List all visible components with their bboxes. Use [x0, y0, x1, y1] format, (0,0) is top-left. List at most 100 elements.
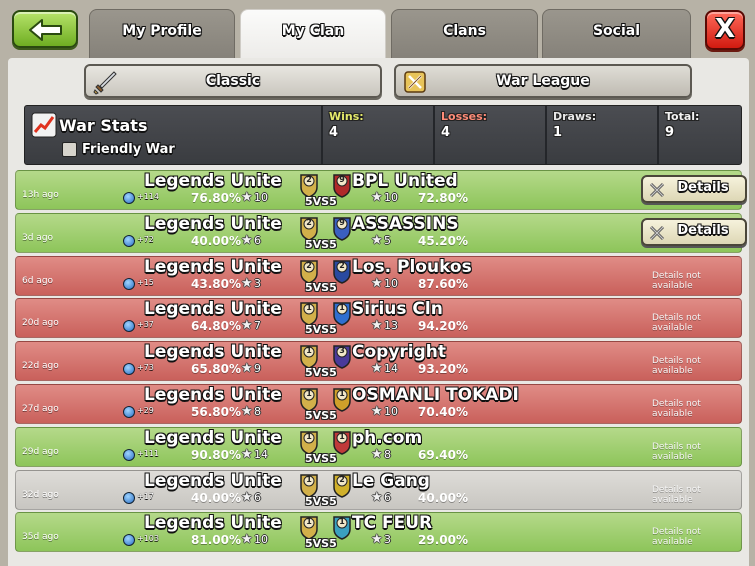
- details-not-available: Details not available: [652, 399, 701, 419]
- tab-label: Social: [592, 23, 641, 39]
- details-not-available: Details not available: [652, 313, 701, 333]
- war-size: 5VS5: [305, 495, 337, 508]
- details-label: Details: [677, 223, 729, 238]
- trophy-icon: [123, 363, 135, 375]
- trophy-gain: +114: [137, 192, 159, 201]
- own-destruction-pct: 76.80%: [191, 191, 241, 205]
- opponent-destruction-pct: 94.20%: [418, 319, 468, 333]
- opponent-clan-name: OSMANLI TOKADI: [352, 385, 519, 405]
- war-details-button[interactable]: Details: [641, 175, 747, 203]
- war-details-icon: [649, 182, 665, 198]
- own-clan-name: Legends Unite: [144, 257, 282, 277]
- own-clan-name: Legends Unite: [144, 428, 282, 448]
- war-log-row: 35d ago Legends Unite +103 81.00% ★ 10 1 1 5VS5 T…: [15, 512, 742, 552]
- star-icon: ★: [241, 532, 253, 547]
- war-stats-header: War Stats Friendly War Wins: 4 Losses: 4…: [24, 105, 742, 165]
- wins-label: Wins:: [329, 110, 364, 123]
- opponent-clan-name: ASSASSINS: [352, 214, 459, 234]
- war-details-button[interactable]: Details: [641, 218, 747, 246]
- star-icon: ★: [371, 532, 383, 547]
- war-league-label: War League: [496, 73, 590, 89]
- tab-my-profile[interactable]: My Profile: [89, 9, 235, 59]
- war-size: 5VS5: [305, 537, 337, 550]
- star-icon: ★: [371, 233, 383, 248]
- badge-level: 2: [306, 175, 312, 184]
- own-stars: 3: [254, 277, 261, 290]
- war-log-row: 20d ago Legends Unite +37 64.80% ★ 7 1 1 5VS5 Sir…: [15, 298, 742, 338]
- own-stars: 14: [254, 448, 268, 461]
- badge-level: 1: [339, 517, 345, 526]
- war-time-ago: 6d ago: [22, 276, 54, 286]
- own-destruction-pct: 90.80%: [191, 448, 241, 462]
- opponent-clan-name: Le Gang: [352, 471, 430, 491]
- opponent-clan-name: TC FEUR: [352, 513, 433, 533]
- badge-level: 1: [306, 432, 312, 441]
- trophy-icon: [123, 449, 135, 461]
- badge-level: 1: [339, 389, 345, 398]
- tab-label: My Clan: [281, 23, 345, 39]
- war-size: 5VS5: [305, 281, 337, 294]
- classic-war-button[interactable]: Classic: [84, 64, 382, 98]
- war-log-row: 6d ago Legends Unite +15 43.80% ★ 3 2 2 5VS5 Los.…: [15, 256, 742, 296]
- trophy-icon: [123, 235, 135, 247]
- trophy-gain: +111: [137, 449, 159, 458]
- top-bar: My Profile My Clan Clans Social X: [0, 0, 755, 61]
- trophy-icon: [123, 278, 135, 290]
- own-clan-name: Legends Unite: [144, 385, 282, 405]
- war-league-button[interactable]: War League: [394, 64, 692, 98]
- star-icon: ★: [241, 490, 253, 505]
- star-icon: ★: [241, 318, 253, 333]
- back-arrow-icon: [29, 19, 62, 41]
- back-button[interactable]: [12, 10, 78, 48]
- own-destruction-pct: 56.80%: [191, 405, 241, 419]
- badge-level: 9: [339, 218, 345, 227]
- star-icon: ★: [371, 404, 383, 419]
- badge-level: 9: [339, 175, 345, 184]
- star-icon: ★: [241, 233, 253, 248]
- opponent-clan-name: Los. Ploukos: [352, 257, 472, 277]
- star-icon: ★: [241, 361, 253, 376]
- war-time-ago: 29d ago: [22, 447, 59, 457]
- trophy-gain: +37: [137, 320, 154, 329]
- clan-war-panel: Classic War League War Stats Friendly Wa…: [8, 58, 749, 566]
- details-label: Details: [677, 180, 729, 195]
- losses-value: 4: [441, 125, 451, 140]
- war-time-ago: 13h ago: [22, 190, 59, 200]
- opponent-stars: 10: [384, 405, 398, 418]
- badge-level: 1: [339, 432, 345, 441]
- wins-stat: Wins: 4: [321, 106, 433, 164]
- star-icon: ★: [241, 447, 253, 462]
- own-destruction-pct: 40.00%: [191, 491, 241, 505]
- own-stars: 10: [254, 533, 268, 546]
- own-stars: 8: [254, 405, 261, 418]
- own-clan-name: Legends Unite: [144, 299, 282, 319]
- details-not-available: Details not available: [652, 442, 701, 462]
- tab-my-clan[interactable]: My Clan: [240, 9, 386, 61]
- opponent-destruction-pct: 45.20%: [418, 234, 468, 248]
- badge-level: 2: [339, 475, 345, 484]
- opponent-stars: 5: [384, 234, 391, 247]
- opponent-destruction-pct: 87.60%: [418, 277, 468, 291]
- war-log-row: 32d ago Legends Unite +17 40.00% ★ 6 1 2 5VS5 Le …: [15, 470, 742, 510]
- badge-level: 1: [306, 517, 312, 526]
- badge-level: 1: [306, 475, 312, 484]
- opponent-destruction-pct: 40.00%: [418, 491, 468, 505]
- close-button[interactable]: X: [705, 10, 745, 50]
- own-stars: 10: [254, 191, 268, 204]
- details-not-available: Details not available: [652, 356, 701, 376]
- opponent-clan-name: BPL United: [352, 171, 458, 191]
- opponent-destruction-pct: 72.80%: [418, 191, 468, 205]
- badge-level: 2: [339, 261, 345, 270]
- star-icon: ★: [371, 276, 383, 291]
- own-stars: 9: [254, 362, 261, 375]
- trophy-gain: +15: [137, 278, 154, 287]
- star-icon: ★: [371, 447, 383, 462]
- friendly-war-checkbox[interactable]: [62, 142, 77, 157]
- star-icon: ★: [241, 276, 253, 291]
- tab-clans[interactable]: Clans: [391, 9, 538, 59]
- star-icon: ★: [241, 190, 253, 205]
- badge-level: 1: [306, 303, 312, 312]
- tab-social[interactable]: Social: [542, 9, 691, 59]
- trophy-gain: +72: [137, 235, 154, 244]
- opponent-stars: 14: [384, 362, 398, 375]
